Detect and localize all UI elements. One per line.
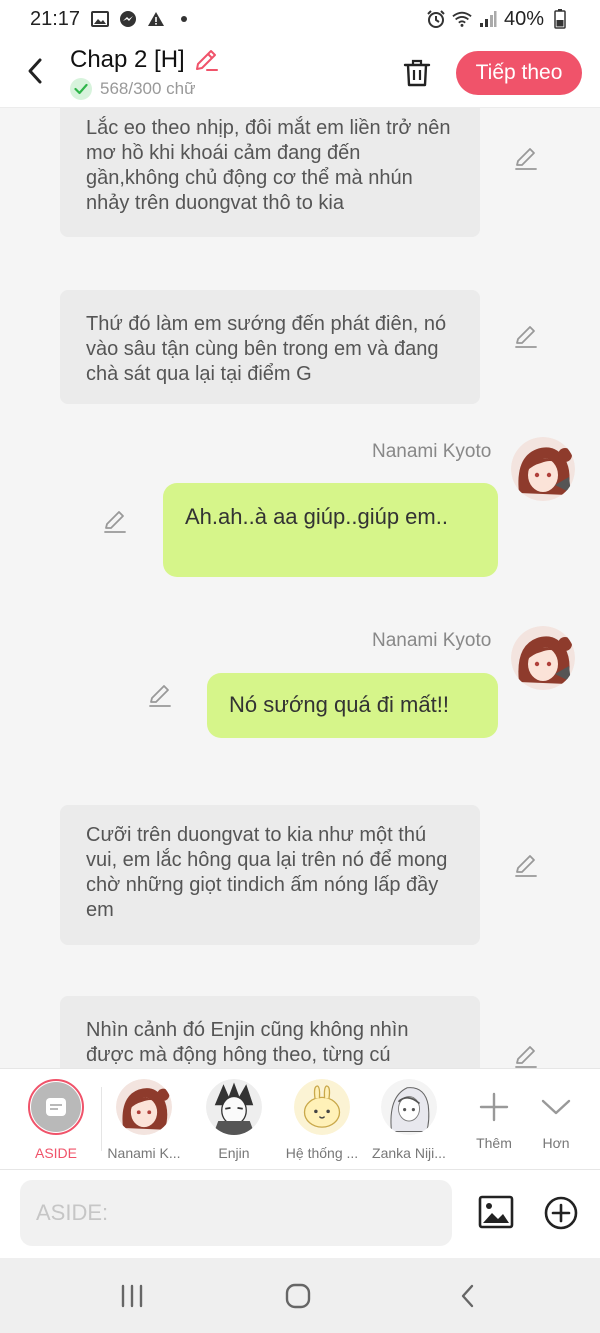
aside-note-icon <box>46 1098 66 1116</box>
add-label: Thêm <box>476 1135 512 1151</box>
battery-icon <box>550 9 570 29</box>
aside-message[interactable]: Thứ đó làm em sướng đến phát điên, nó và… <box>60 290 480 404</box>
character-label: ASIDE <box>34 1145 77 1161</box>
edit-pencil-icon[interactable] <box>147 682 173 708</box>
home-icon <box>285 1283 311 1309</box>
aside-message-text: Thứ đó làm em sướng đến phát điên, nó và… <box>86 313 447 385</box>
aside-message-text: Cưỡi trên duongvat to kia như một thú vu… <box>86 824 448 921</box>
recent-apps-icon <box>121 1284 143 1308</box>
character-label: Enjin <box>218 1145 250 1161</box>
divider <box>101 1087 102 1151</box>
avatar <box>206 1079 262 1135</box>
edit-title-pencil-icon[interactable] <box>193 47 219 73</box>
character-aside[interactable]: ASIDE <box>22 1069 90 1171</box>
trash-icon <box>403 59 431 87</box>
recent-apps-button[interactable] <box>112 1278 152 1314</box>
image-icon <box>478 1195 514 1229</box>
system-back-button[interactable] <box>448 1278 488 1314</box>
character-he-thong[interactable]: Hệ thống ... <box>282 1069 362 1171</box>
character-label: Hệ thống ... <box>285 1145 359 1161</box>
dot-icon <box>174 9 194 29</box>
collapse-label: Hơn <box>542 1135 570 1151</box>
delete-button[interactable] <box>400 54 434 92</box>
chat-bubble-text: Nó sướng quá đi mất!! <box>229 692 449 717</box>
edit-pencil-icon[interactable] <box>513 1043 539 1068</box>
avatar <box>381 1079 437 1135</box>
character-selector: ASIDE Nanami K... Enjin Hệ thống ... Zan… <box>0 1068 600 1170</box>
avatar[interactable] <box>511 626 575 690</box>
add-character-button[interactable]: Thêm <box>468 1069 520 1171</box>
aside-message[interactable]: Lắc eo theo nhịp, đôi mắt em liền trở nê… <box>60 108 480 237</box>
chat-bubble-text: Ah.ah..à aa giúp..giúp em.. <box>185 504 448 529</box>
signal-icon <box>478 9 498 29</box>
edit-pencil-icon[interactable] <box>513 145 539 171</box>
edit-pencil-icon[interactable] <box>102 508 128 534</box>
plus-icon <box>466 1079 522 1135</box>
character-nanami[interactable]: Nanami K... <box>106 1069 182 1171</box>
home-button[interactable] <box>278 1278 318 1314</box>
wifi-icon <box>452 9 472 29</box>
avatar <box>116 1079 172 1135</box>
chapter-title: Chap 2 [H] <box>70 46 185 73</box>
aside-message-text: Nhìn cảnh đó Enjin cũng không nhìn được … <box>86 1019 409 1066</box>
aside-message[interactable]: Nhìn cảnh đó Enjin cũng không nhìn được … <box>60 996 480 1068</box>
messenger-icon <box>118 9 138 29</box>
avatar <box>294 1079 350 1135</box>
gallery-notification-icon <box>90 9 110 29</box>
aside-message-text: Lắc eo theo nhịp, đôi mắt em liền trở nê… <box>86 117 451 214</box>
character-label: Zanka Niji... <box>372 1145 446 1161</box>
compose-bar <box>0 1170 600 1258</box>
edit-pencil-icon[interactable] <box>513 323 539 349</box>
battery-percent: 40% <box>503 7 544 30</box>
character-enjin[interactable]: Enjin <box>198 1069 270 1171</box>
chat-bubble[interactable]: Nó sướng quá đi mất!! <box>207 673 498 738</box>
aside-message[interactable]: Cưỡi trên duongvat to kia như một thú vu… <box>60 805 480 945</box>
status-time: 21:17 <box>30 7 81 30</box>
message-input[interactable] <box>20 1180 452 1246</box>
collapse-button[interactable]: Hơn <box>532 1069 580 1171</box>
avatar[interactable] <box>511 437 575 501</box>
status-bar: 21:17 40% <box>0 0 600 38</box>
chapter-header: Chap 2 [H] 568/300 chữ Tiếp theo <box>0 38 600 108</box>
more-options-button[interactable] <box>542 1194 580 1232</box>
chat-bubble[interactable]: Ah.ah..à aa giúp..giúp em.. <box>163 483 498 577</box>
sender-name: Nanami Kyoto <box>372 441 492 462</box>
character-zanka[interactable]: Zanka Niji... <box>370 1069 448 1171</box>
next-button[interactable]: Tiếp theo <box>456 51 582 95</box>
chevron-down-icon <box>528 1079 584 1135</box>
back-button[interactable] <box>18 54 52 88</box>
character-label: Nanami K... <box>107 1145 181 1161</box>
plus-circle-icon <box>544 1196 578 1230</box>
back-arrow-icon <box>461 1284 474 1308</box>
warning-icon <box>146 9 166 29</box>
word-count: 568/300 chữ <box>100 79 196 98</box>
check-icon <box>70 78 92 100</box>
insert-image-button[interactable] <box>476 1192 516 1232</box>
system-navigation-bar <box>0 1258 600 1333</box>
chat-area[interactable]: Lắc eo theo nhịp, đôi mắt em liền trở nê… <box>0 108 600 1068</box>
edit-pencil-icon[interactable] <box>513 852 539 878</box>
alarm-icon <box>426 9 446 29</box>
sender-name: Nanami Kyoto <box>372 630 492 651</box>
back-arrow-icon <box>28 58 42 84</box>
